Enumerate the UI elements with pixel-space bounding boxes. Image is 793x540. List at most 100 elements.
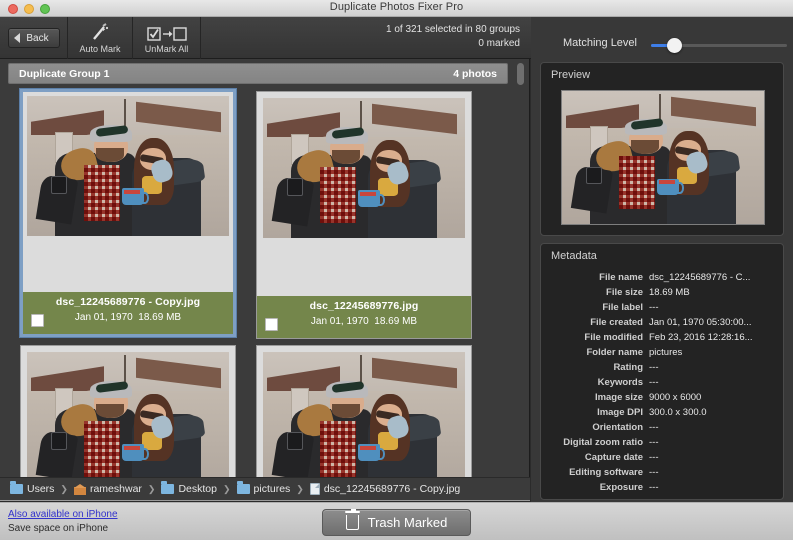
photo-filename: dsc_12245689776.jpg: [309, 300, 419, 312]
footer-bar: Also available on iPhone Save space on i…: [0, 502, 793, 540]
metadata-row: Editing software ---: [541, 465, 783, 480]
unmark-all-button[interactable]: UnMark All: [133, 17, 201, 59]
breadcrumb-separator: ❯: [222, 483, 231, 494]
selection-status: 1 of 321 selected in 80 groups 0 marked: [386, 23, 520, 51]
metadata-label: Editing software: [569, 467, 643, 478]
metadata-label: File name: [599, 272, 643, 283]
metadata-value: Feb 23, 2016 12:28:16...: [649, 332, 753, 343]
metadata-row: Exposure ---: [541, 480, 783, 495]
metadata-value: ---: [649, 437, 659, 448]
preview-image: [561, 90, 765, 225]
breadcrumb-label: Desktop: [178, 483, 217, 495]
photo-thumbnail: [263, 98, 465, 238]
photo-label-bar: dsc_12245689776 - Copy.jpg Jan 01, 1970 …: [23, 292, 233, 334]
metadata-label: File modified: [584, 332, 643, 343]
metadata-value: 9000 x 6000: [649, 392, 702, 403]
folder-icon: [10, 481, 23, 494]
photo-card[interactable]: dsc_12245689776.jpg Jan 01, 1970 18.69 M…: [256, 91, 472, 339]
matching-level-label: Matching Level: [563, 37, 637, 49]
auto-mark-button[interactable]: Auto Mark: [68, 17, 133, 59]
trash-marked-label: Trash Marked: [367, 515, 448, 530]
folder-icon: [236, 481, 250, 494]
photo-thumbnail: [263, 352, 465, 477]
metadata-label: Capture date: [584, 452, 643, 463]
metadata-row: Capture date ---: [541, 450, 783, 465]
metadata-label: File size: [606, 287, 643, 298]
metadata-row: Keywords ---: [541, 375, 783, 390]
photo-image: [263, 98, 465, 238]
photo-image: [27, 352, 229, 477]
breadcrumb-item-desktop[interactable]: Desktop: [161, 481, 217, 495]
back-cell: Back: [0, 17, 68, 59]
metadata-row: File name dsc_12245689776 - C...: [541, 270, 783, 285]
photo-date: Jan 01, 1970: [310, 316, 369, 327]
group-photo-count: 4 photos: [453, 67, 497, 80]
metadata-value: ---: [649, 482, 659, 493]
photo-thumbnail: [27, 352, 229, 477]
file-icon: [309, 483, 320, 495]
metadata-row: Orientation ---: [541, 420, 783, 435]
metadata-row: Rating ---: [541, 360, 783, 375]
metadata-label: Image DPI: [597, 407, 643, 418]
matching-level-row: Matching Level: [531, 31, 793, 59]
metadata-value: 18.69 MB: [649, 287, 690, 298]
breadcrumb-item-file[interactable]: dsc_12245689776 - Copy.jpg: [309, 483, 460, 495]
breadcrumb-label: Users: [27, 483, 55, 495]
metadata-label: Folder name: [586, 347, 644, 358]
breadcrumb-separator: ❯: [147, 483, 156, 494]
breadcrumb-label: rameshwar: [89, 483, 142, 495]
metadata-row: Image size 9000 x 6000: [541, 390, 783, 405]
metadata-label: Keywords: [597, 377, 643, 388]
metadata-label: File label: [602, 302, 643, 313]
trash-marked-button[interactable]: Trash Marked: [322, 509, 471, 536]
photo-date: Jan 01, 1970: [74, 312, 133, 323]
photo-card[interactable]: dsc_12245689776 - Copy.jpg Jan 01, 1970 …: [19, 88, 237, 338]
breadcrumb-separator: ❯: [60, 483, 68, 494]
app-window: Duplicate Photos Fixer Pro Back Auto Mar…: [0, 0, 793, 540]
metadata-row: File modified Feb 23, 2016 12:28:16...: [541, 330, 783, 345]
matching-level-thumb[interactable]: [666, 38, 682, 53]
back-button[interactable]: Back: [7, 28, 60, 48]
metadata-panel: Metadata File name dsc_12245689776 - C...…: [540, 243, 784, 500]
metadata-value: ---: [649, 362, 659, 373]
metadata-value: ---: [649, 467, 659, 478]
photo-image: [263, 352, 465, 477]
photo-card[interactable]: [256, 345, 472, 477]
photo-size: 18.69 MB: [138, 312, 182, 323]
metadata-label: Digital zoom ratio: [563, 437, 643, 448]
metadata-row: Digital zoom ratio ---: [541, 435, 783, 450]
home-icon: [73, 483, 86, 495]
breadcrumb-item-users[interactable]: Users: [10, 481, 55, 495]
photo-label-bar: dsc_12245689776.jpg Jan 01, 1970 18.69 M…: [257, 296, 471, 338]
groups-scrollbar[interactable]: [514, 59, 527, 477]
photo-meta: Jan 01, 1970 18.69 MB: [23, 308, 233, 323]
photo-image: [27, 96, 229, 236]
metadata-row: File created Jan 01, 1970 05:30:00...: [541, 315, 783, 330]
status-cell: 1 of 321 selected in 80 groups 0 marked: [201, 17, 530, 59]
status-selected-count: 1 of 321 selected in 80 groups: [386, 24, 520, 35]
metadata-label: Orientation: [592, 422, 643, 433]
metadata-list: File name dsc_12245689776 - C... File size…: [541, 270, 783, 495]
unmark-all-label: UnMark All: [144, 43, 189, 54]
metadata-value: Jan 01, 1970 05:30:00...: [649, 317, 752, 328]
metadata-label: Rating: [613, 362, 643, 373]
metadata-value: ---: [649, 422, 659, 433]
iphone-promo-link[interactable]: Also available on iPhone: [8, 509, 118, 520]
metadata-row: Folder name pictures: [541, 345, 783, 360]
magic-wand-icon: [90, 22, 110, 41]
breadcrumb-item-pictures[interactable]: pictures: [236, 481, 290, 495]
checkbox-to-empty-icon: [146, 23, 187, 41]
window-title: Duplicate Photos Fixer Pro: [329, 1, 464, 13]
auto-mark-label: Auto Mark: [79, 43, 121, 54]
photo-card[interactable]: [20, 345, 236, 477]
metadata-label: Image size: [594, 392, 643, 403]
groups-scrollbar-thumb[interactable]: [517, 63, 524, 85]
duplicate-group-header[interactable]: Duplicate Group 1 4 photos: [8, 63, 508, 84]
photo-mark-checkbox[interactable]: [31, 314, 44, 327]
breadcrumb-item-rameshwar[interactable]: rameshwar: [73, 483, 142, 495]
photo-mark-checkbox[interactable]: [265, 318, 278, 331]
title-bar: Duplicate Photos Fixer Pro: [0, 0, 793, 17]
metadata-panel-title: Metadata: [551, 250, 597, 262]
matching-level-slider[interactable]: [651, 38, 787, 53]
group-title: Duplicate Group 1: [19, 67, 110, 80]
